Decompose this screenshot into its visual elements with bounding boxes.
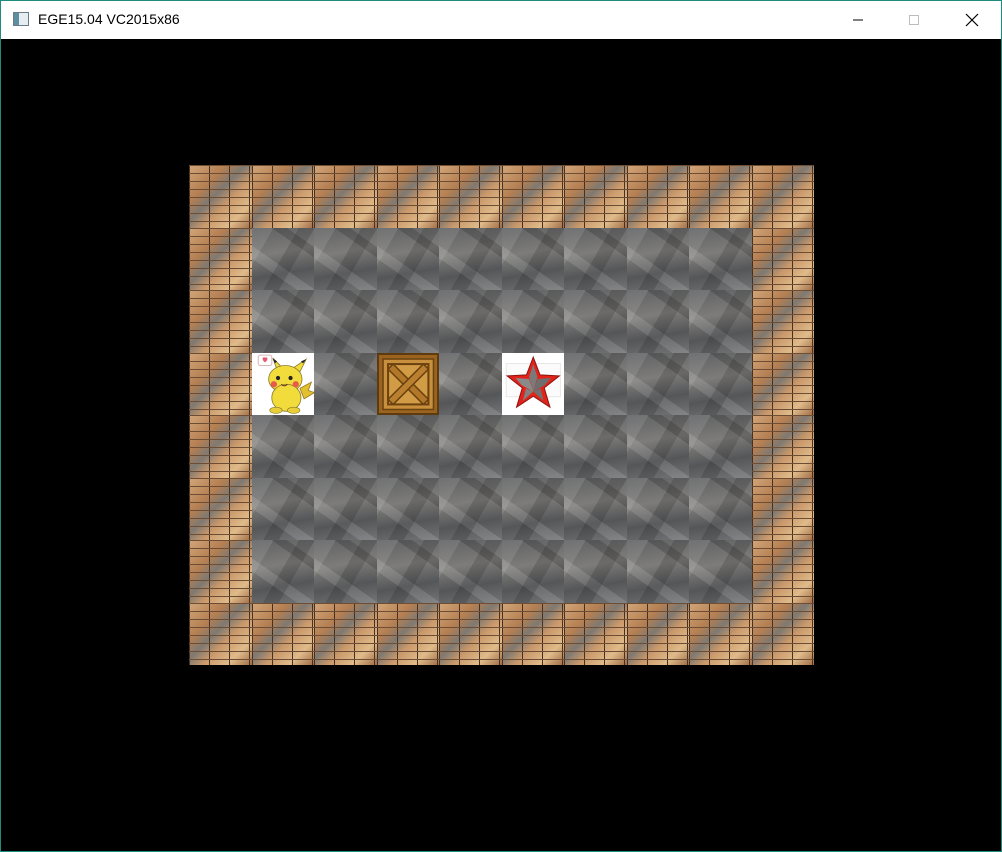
maximize-icon [909, 15, 919, 25]
floor-tile [439, 540, 502, 603]
floor-tile [314, 540, 377, 603]
floor-tile [376, 477, 439, 540]
floor-tile [439, 415, 502, 478]
floor-tile [376, 415, 439, 478]
brick-wall-tile [689, 165, 752, 228]
floor-tile [501, 227, 564, 290]
floor-tile [689, 227, 752, 290]
floor-tile [626, 415, 689, 478]
floor-tile [251, 477, 314, 540]
floor-tile [314, 477, 377, 540]
floor-tile [689, 352, 752, 415]
box-tile [376, 352, 439, 415]
brick-wall-tile [189, 415, 252, 478]
brick-wall-tile [564, 165, 627, 228]
player-tile [251, 352, 314, 415]
brick-wall-tile [626, 165, 689, 228]
floor-tile [689, 477, 752, 540]
floor-tile [251, 415, 314, 478]
app-icon [13, 12, 29, 26]
floor-tile [439, 227, 502, 290]
floor-tile [501, 290, 564, 353]
brick-wall-tile [189, 477, 252, 540]
close-icon [965, 13, 979, 27]
floor-tile [564, 227, 627, 290]
brick-wall-tile [189, 602, 252, 665]
title-bar[interactable]: EGE15.04 VC2015x86 [1, 1, 1001, 39]
floor-tile [689, 540, 752, 603]
floor-tile [626, 477, 689, 540]
brick-wall-tile [376, 165, 439, 228]
floor-tile [564, 352, 627, 415]
floor-tile [689, 415, 752, 478]
floor-tile [314, 415, 377, 478]
close-button[interactable] [949, 1, 995, 39]
brick-wall-tile [189, 352, 252, 415]
floor-tile [564, 540, 627, 603]
floor-tile [376, 227, 439, 290]
minimize-icon [853, 19, 863, 21]
floor-tile [439, 352, 502, 415]
window-title: EGE15.04 VC2015x86 [38, 11, 180, 27]
brick-wall-tile [376, 602, 439, 665]
brick-wall-tile [689, 602, 752, 665]
sokoban-board [189, 165, 814, 665]
brick-wall-tile [439, 602, 502, 665]
floor-tile [626, 290, 689, 353]
brick-wall-tile [189, 165, 252, 228]
app-window: EGE15.04 VC2015x86 [0, 0, 1002, 852]
brick-wall-tile [439, 165, 502, 228]
brick-wall-tile [314, 602, 377, 665]
brick-wall-tile [251, 165, 314, 228]
floor-tile [626, 540, 689, 603]
floor-tile [376, 290, 439, 353]
maximize-button[interactable] [891, 1, 937, 39]
floor-tile [314, 290, 377, 353]
crate-icon [378, 354, 437, 413]
minimize-button[interactable] [835, 1, 881, 39]
target-tile [501, 352, 564, 415]
floor-tile [564, 290, 627, 353]
brick-wall-tile [314, 165, 377, 228]
star-target-icon [501, 352, 564, 415]
floor-tile [376, 540, 439, 603]
brick-wall-tile [501, 165, 564, 228]
floor-tile [626, 227, 689, 290]
brick-wall-tile [751, 602, 814, 665]
floor-tile [564, 415, 627, 478]
brick-wall-tile [751, 352, 814, 415]
brick-wall-tile [564, 602, 627, 665]
brick-wall-tile [189, 540, 252, 603]
brick-wall-tile [626, 602, 689, 665]
floor-tile [314, 352, 377, 415]
floor-tile [314, 227, 377, 290]
brick-wall-tile [189, 227, 252, 290]
floor-tile [439, 477, 502, 540]
pikachu-icon [251, 352, 314, 415]
floor-tile [439, 290, 502, 353]
floor-tile [251, 290, 314, 353]
floor-tile [626, 352, 689, 415]
floor-tile [501, 540, 564, 603]
brick-wall-tile [751, 415, 814, 478]
brick-wall-tile [751, 477, 814, 540]
brick-wall-tile [751, 540, 814, 603]
floor-tile [251, 227, 314, 290]
floor-tile [501, 477, 564, 540]
floor-tile [501, 415, 564, 478]
brick-wall-tile [751, 227, 814, 290]
floor-tile [689, 290, 752, 353]
floor-tile [251, 540, 314, 603]
game-canvas[interactable] [1, 39, 1001, 851]
brick-wall-tile [189, 290, 252, 353]
floor-tile [564, 477, 627, 540]
brick-wall-tile [751, 165, 814, 228]
brick-wall-tile [751, 290, 814, 353]
brick-wall-tile [501, 602, 564, 665]
brick-wall-tile [251, 602, 314, 665]
